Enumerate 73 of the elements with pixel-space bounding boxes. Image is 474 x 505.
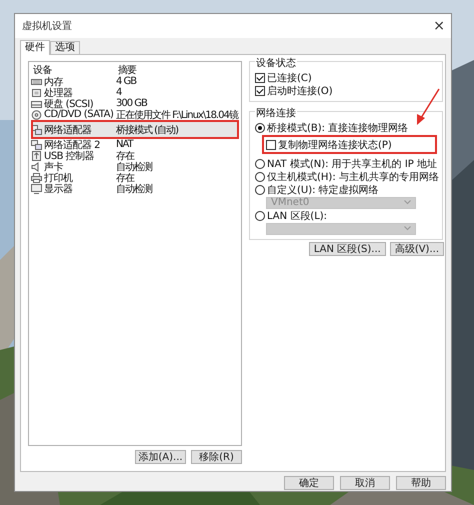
device-name: 显示器 [44,182,72,196]
checkbox[interactable] [255,72,265,82]
option-label: 启动时连接(O) [267,84,333,98]
device-summary: 存在 [116,172,134,184]
device-name: 硬盘 (SCSI) [44,98,94,110]
network-button[interactable]: 高级(V)... [390,242,444,256]
window-title: 虚拟机设置 [22,20,72,33]
tab[interactable]: 硬件 [20,40,50,55]
checkbox[interactable] [255,86,265,96]
device-name: CD/DVD (SATA) [44,109,114,120]
device-row[interactable]: 显示器 自动检测 [31,183,239,194]
network-button[interactable]: LAN 区段(S)... [308,242,386,256]
tab[interactable]: 选项 [50,41,80,54]
device-row[interactable]: 网络适配器 2 NAT [31,139,239,150]
radio-button[interactable] [255,210,265,220]
cdrom-icon [31,110,42,120]
device-summary: 300 GB [116,98,147,109]
dialog-button[interactable]: 帮助 [396,476,446,490]
device-row[interactable]: 网络适配器 桥接模式 (自动) [31,120,239,139]
usb-icon [31,150,42,160]
radio-button[interactable] [255,184,265,194]
device-row[interactable]: CD/DVD (SATA) 正在使用文件 F:\Linux\18.04镜 [31,109,239,120]
column-header: 摘要 [117,64,136,76]
group-title: 设备状态 [255,56,297,70]
device-row[interactable]: USB 控制器 存在 [31,150,239,161]
option-label: 仅主机模式(H): 与主机共享的专用网络 [267,170,439,184]
device-name: 打印机 [44,171,72,184]
checkbox[interactable] [266,140,276,150]
device-name: USB 控制器 [44,149,94,162]
device-name: 处理器 [44,86,72,99]
device-summary: 4 [116,87,122,98]
memory-icon [31,76,42,86]
network-icon [31,140,42,150]
option-label: 已连接(C) [267,72,312,84]
device-summary: NAT [116,139,133,150]
dropdown-value: VMnet0 [271,197,310,208]
column-header: 设备 [32,64,52,76]
device-button[interactable]: 添加(A)... [135,450,186,464]
device-name: 网络适配器 2 [44,138,100,150]
network-icon [31,124,42,134]
device-row[interactable]: 硬盘 (SCSI) 300 GB [31,98,239,109]
dialog-button[interactable]: 取消 [340,476,390,490]
device-summary: 4 GB [116,76,136,87]
device-row[interactable]: 处理器 4 [31,87,239,98]
device-row[interactable]: 内存 4 GB [31,76,239,87]
device-name: 内存 [44,76,63,88]
device-button[interactable]: 移除(R) [191,450,242,464]
radio-button[interactable] [255,172,265,182]
option-label: NAT 模式(N): 用于共享主机的 IP 地址 [267,158,437,170]
option-label: 自定义(U): 特定虚拟网络 [267,184,379,196]
printer-icon [31,172,42,182]
device-summary: 桥接模式 (自动) [116,124,178,136]
device-summary: 正在使用文件 F:\Linux\18.04镜 [116,110,238,120]
arrow [415,88,441,126]
device-name: 网络适配器 [44,124,92,136]
chevron-icon [404,226,411,231]
dialog-button[interactable]: 确定 [284,476,334,490]
radio-button[interactable] [255,122,265,132]
radio-button[interactable] [255,158,265,168]
option-label: LAN 区段(L): [267,210,328,222]
device-summary: 存在 [116,150,134,162]
device-summary: 自动检测 [116,184,152,194]
device-row[interactable]: 声卡 自动检测 [31,161,239,172]
option-label: 复制物理网络连接状态(P) [278,138,392,152]
cpu-icon [31,88,42,98]
option-label: 桥接模式(B): 直接连接物理网络 [267,122,408,134]
device-row[interactable]: 打印机 存在 [31,172,239,183]
device-summary: 自动检测 [116,162,152,172]
display-icon [31,184,42,194]
device-name: 声卡 [44,160,63,172]
chevron-icon [404,200,411,205]
group-title: 网络连接 [255,106,297,120]
close-button[interactable]: × [433,19,445,33]
